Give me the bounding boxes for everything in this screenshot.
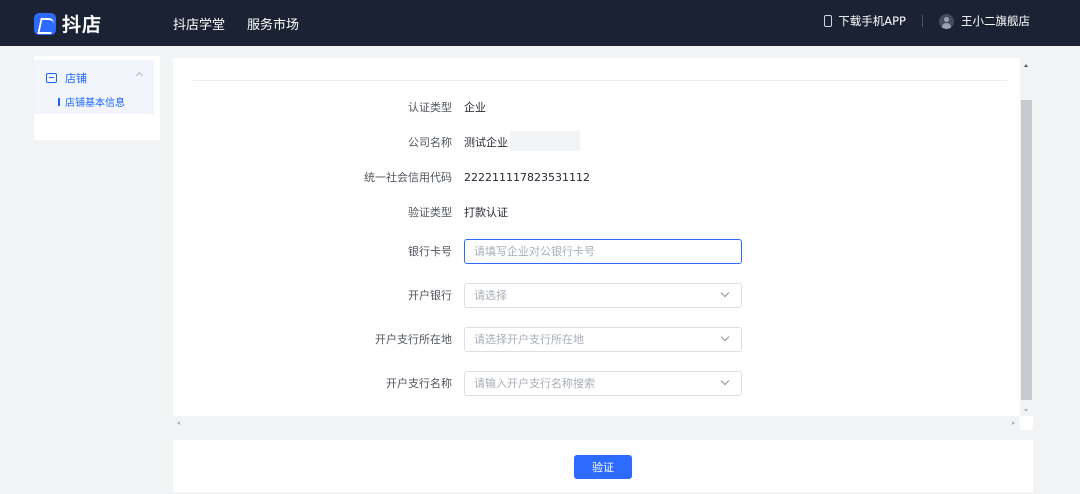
field-label: 开户银行 — [408, 289, 452, 302]
field-label: 认证类型 — [408, 101, 452, 114]
field-label: 验证类型 — [408, 206, 452, 219]
bank-select[interactable]: 请选择 — [464, 282, 742, 308]
branch-name-select[interactable]: 请输入开户支行名称搜索 — [464, 370, 742, 396]
verify-button[interactable]: 验证 — [574, 455, 632, 479]
sidebar-group-store: 店铺 店铺基本信息 — [34, 60, 154, 114]
horizontal-scrollbar[interactable] — [173, 416, 1020, 430]
sidebar-group-header[interactable]: 店铺 — [46, 70, 87, 86]
field-label: 统一社会信用代码 — [364, 171, 452, 184]
sidebar: 店铺 店铺基本信息 — [34, 56, 160, 140]
header-right: 下载手机APP 王小二旗舰店 — [824, 13, 1030, 29]
branch-location-placeholder: 请选择开户支行所在地 — [474, 333, 584, 346]
form-footer: 验证 — [173, 440, 1033, 492]
user-name[interactable]: 王小二旗舰店 — [961, 13, 1030, 29]
bank-card-input[interactable]: 请填写企业对公银行卡号 — [464, 238, 742, 264]
top-header: 抖店 抖店学堂 服务市场 下载手机APP 王小二旗舰店 — [0, 0, 1080, 46]
bank-select-placeholder: 请选择 — [474, 289, 507, 302]
nav-item-service-market[interactable]: 服务市场 — [247, 14, 299, 33]
logo-text: 抖店 — [62, 14, 103, 36]
form-card: 认证类型 企业 公司名称 测试企业 统一社会信用代码 2222111178235… — [173, 58, 1033, 430]
sidebar-group-label: 店铺 — [65, 72, 87, 85]
logo[interactable]: 抖店 — [34, 10, 102, 37]
header-divider — [922, 15, 923, 27]
doudian-logo-icon — [34, 12, 56, 35]
scroll-left-arrow-icon[interactable] — [177, 421, 180, 425]
field-label: 开户支行所在地 — [375, 333, 452, 346]
scroll-up-arrow-icon[interactable] — [1024, 64, 1028, 67]
top-nav: 抖店学堂 服务市场 — [173, 14, 299, 33]
branch-name-placeholder: 请输入开户支行名称搜索 — [474, 377, 595, 390]
field-label: 公司名称 — [408, 136, 452, 149]
avatar-icon[interactable] — [939, 13, 954, 29]
company-name-value: 测试企业 — [464, 135, 508, 149]
phone-icon — [824, 15, 833, 27]
field-value: 企业 — [464, 101, 486, 114]
chevron-down-icon — [720, 376, 730, 386]
nav-item-academy[interactable]: 抖店学堂 — [173, 14, 225, 33]
chevron-down-icon — [720, 288, 730, 298]
scroll-down-arrow-icon[interactable] — [1024, 409, 1028, 412]
vertical-scrollbar[interactable] — [1020, 58, 1033, 416]
chevron-down-icon — [720, 332, 730, 342]
field-value: 222211117823531112 — [464, 170, 590, 184]
field-value: 打款认证 — [464, 206, 508, 219]
sidebar-item-store-info[interactable]: 店铺基本信息 — [58, 94, 125, 109]
scroll-right-arrow-icon[interactable] — [1012, 421, 1015, 425]
bank-card-placeholder: 请填写企业对公银行卡号 — [474, 245, 595, 258]
field-value-wrap: 测试企业 — [464, 130, 580, 151]
masked-region — [510, 130, 580, 151]
chevron-up-icon[interactable] — [135, 71, 144, 80]
field-label: 开户支行名称 — [386, 377, 452, 390]
field-label: 银行卡号 — [408, 245, 452, 258]
branch-location-select[interactable]: 请选择开户支行所在地 — [464, 326, 742, 352]
download-app-link[interactable]: 下载手机APP — [838, 13, 906, 29]
store-icon — [46, 73, 57, 83]
scrollbar-thumb[interactable] — [1021, 100, 1032, 400]
divider — [193, 80, 1007, 81]
